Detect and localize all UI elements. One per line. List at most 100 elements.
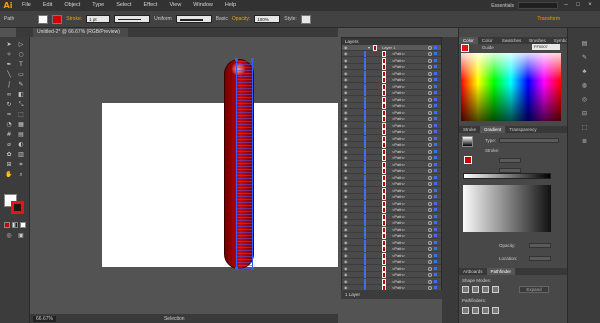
path-row[interactable]: ◉ <Path>	[342, 57, 441, 64]
path-row[interactable]: ◉ <Path>	[342, 213, 441, 220]
path-label[interactable]: <Path>	[392, 64, 405, 70]
tab-color-guide[interactable]: Color Guide	[478, 37, 498, 50]
visibility-eye-icon[interactable]: ◉	[344, 214, 349, 219]
target-circle-icon[interactable]	[428, 266, 432, 271]
selection-indicator[interactable]	[434, 91, 437, 94]
target-circle-icon[interactable]	[428, 110, 432, 115]
hex-color-field[interactable]: FF0007	[532, 44, 560, 50]
stroke-weight-dropdown[interactable]: 1 pt	[86, 15, 111, 23]
visibility-eye-icon[interactable]: ◉	[344, 234, 349, 238]
lasso-icon[interactable]: ○	[16, 51, 26, 59]
path-row[interactable]: ◉ <Path>	[342, 142, 441, 148]
path-label[interactable]: <Path>	[392, 84, 405, 90]
path-row[interactable]: ◉ <Path>	[342, 161, 441, 168]
selection-indicator[interactable]	[434, 97, 437, 101]
visibility-eye-icon[interactable]: ◉	[344, 240, 349, 245]
path-label[interactable]: <Path>	[392, 155, 405, 161]
selection-indicator[interactable]	[434, 162, 437, 166]
visibility-eye-icon[interactable]: ◉	[344, 156, 349, 160]
width-tool-icon[interactable]: ≈	[4, 111, 14, 119]
blob-brush-icon[interactable]: ∞	[4, 91, 14, 99]
selection-indicator[interactable]	[434, 123, 437, 127]
target-circle-icon[interactable]	[428, 46, 432, 50]
exclude-icon[interactable]	[492, 286, 499, 293]
target-circle-icon[interactable]	[428, 214, 432, 219]
selection-indicator[interactable]	[434, 227, 437, 231]
menu-effect[interactable]: Effect	[138, 0, 164, 11]
visibility-eye-icon[interactable]: ◉	[344, 84, 349, 89]
selection-indicator[interactable]	[434, 104, 437, 107]
merge-icon[interactable]	[482, 307, 489, 314]
visibility-eye-icon[interactable]: ◉	[344, 208, 349, 212]
scale-tool-icon[interactable]: ⤡	[16, 101, 26, 109]
graphic-styles-icon[interactable]: ◍	[580, 82, 589, 90]
path-label[interactable]: <Path>	[392, 214, 405, 220]
path-row[interactable]: ◉ <Path>	[342, 220, 441, 226]
target-circle-icon[interactable]	[428, 65, 432, 69]
handle-top-right[interactable]	[251, 58, 254, 61]
visibility-eye-icon[interactable]: ◉	[344, 110, 349, 115]
target-circle-icon[interactable]	[428, 221, 432, 225]
selection-indicator[interactable]	[434, 253, 437, 257]
menu-object[interactable]: Object	[58, 0, 86, 11]
none-mode-icon[interactable]	[20, 222, 26, 228]
target-circle-icon[interactable]	[428, 162, 432, 167]
visibility-eye-icon[interactable]: ◉	[344, 78, 349, 82]
visibility-eye-icon[interactable]: ◉	[344, 46, 349, 50]
gradient-tool-icon[interactable]: ▤	[16, 131, 26, 139]
close-icon[interactable]: ×	[586, 2, 594, 9]
selection-indicator[interactable]	[434, 110, 437, 114]
visibility-eye-icon[interactable]: ◉	[344, 143, 349, 147]
target-circle-icon[interactable]	[428, 136, 432, 141]
direct-selection-tool-icon[interactable]: ▷	[16, 41, 26, 49]
visibility-eye-icon[interactable]: ◉	[344, 247, 349, 251]
divide-icon[interactable]	[462, 307, 469, 314]
selection-indicator[interactable]	[434, 201, 437, 205]
path-label[interactable]: <Path>	[392, 51, 405, 57]
path-row[interactable]: ◉ <Path>	[342, 135, 441, 142]
path-row[interactable]: ◉ <Path>	[342, 148, 441, 155]
unite-icon[interactable]	[462, 286, 469, 293]
path-row[interactable]: ◉ <Path>	[342, 259, 441, 265]
eraser-icon[interactable]: ◧	[16, 91, 26, 99]
zoom-field[interactable]: 66.67%	[33, 315, 56, 322]
gradient-slider[interactable]	[463, 173, 551, 179]
target-circle-icon[interactable]	[428, 240, 432, 245]
visibility-eye-icon[interactable]: ◉	[344, 182, 349, 186]
gradient-opacity-field[interactable]	[529, 243, 551, 248]
target-circle-icon[interactable]	[428, 182, 432, 186]
target-circle-icon[interactable]	[428, 175, 432, 180]
path-row[interactable]: ◉ <Path>	[342, 200, 441, 207]
trim-icon[interactable]	[472, 307, 479, 314]
path-row[interactable]: ◉ <Path>	[342, 122, 441, 129]
path-label[interactable]: <Path>	[392, 259, 405, 265]
eyedropper-icon[interactable]: ⌀	[4, 141, 14, 149]
free-transform-icon[interactable]: ⬚	[16, 111, 26, 119]
visibility-eye-icon[interactable]: ◉	[344, 279, 349, 284]
selection-indicator[interactable]	[434, 208, 437, 211]
opacity-field[interactable]: 100%	[254, 15, 281, 23]
path-label[interactable]: <Path>	[392, 149, 405, 155]
selection-indicator[interactable]	[434, 78, 437, 81]
tab-stroke[interactable]: Stroke	[459, 126, 480, 133]
path-row[interactable]: ◉ <Path>	[342, 272, 441, 278]
handle-bottom-left[interactable]	[235, 267, 238, 270]
menu-window[interactable]: Window	[187, 0, 219, 11]
expand-button[interactable]: Expand	[519, 286, 549, 293]
stroke-gradient-swatch[interactable]	[464, 156, 472, 164]
path-label[interactable]: <Path>	[392, 58, 405, 64]
target-circle-icon[interactable]	[428, 91, 432, 95]
target-circle-icon[interactable]	[428, 188, 432, 193]
appearance-icon[interactable]: ◎	[580, 96, 589, 104]
visibility-eye-icon[interactable]: ◉	[344, 201, 349, 206]
perspective-grid-icon[interactable]: ▦	[16, 121, 26, 129]
maximize-icon[interactable]: □	[574, 2, 582, 9]
selection-indicator[interactable]	[434, 149, 437, 153]
tab-color[interactable]: Color	[459, 37, 478, 44]
selection-indicator[interactable]	[434, 65, 437, 68]
path-label[interactable]: <Path>	[392, 123, 405, 129]
transform-icon[interactable]: ⬚	[580, 124, 589, 132]
path-row[interactable]: ◉ <Path>	[342, 239, 441, 246]
rectangle-tool-icon[interactable]: ▭	[16, 71, 26, 79]
target-circle-icon[interactable]	[428, 201, 432, 206]
